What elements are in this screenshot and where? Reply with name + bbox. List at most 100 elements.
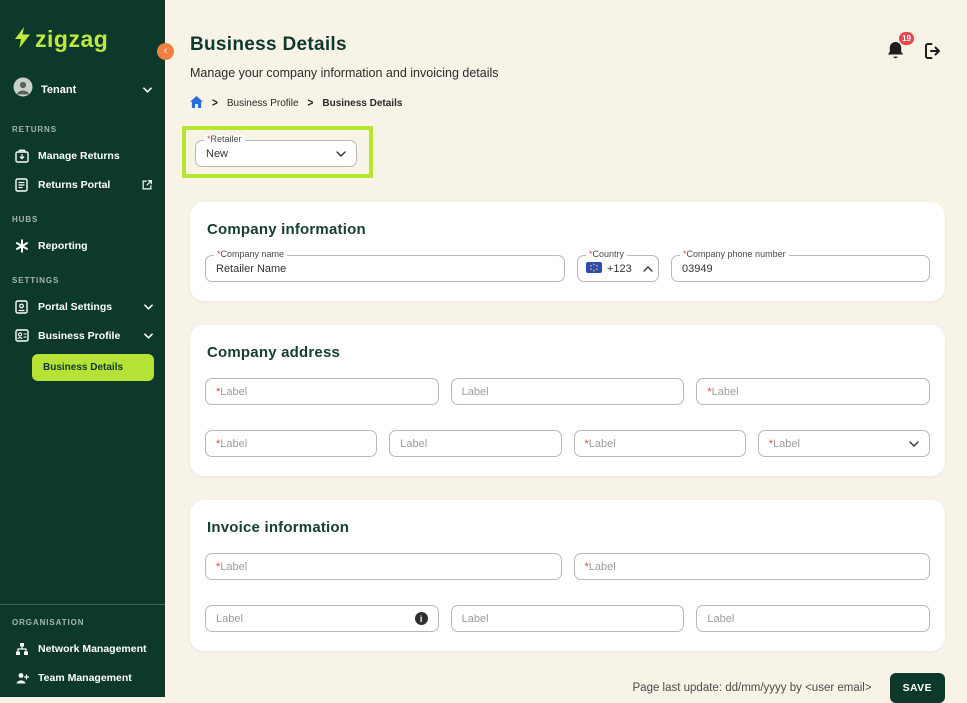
- field-placeholder: Label: [400, 437, 428, 450]
- invoice-field-3[interactable]: Label i: [205, 605, 439, 632]
- page-footer: Page last update: dd/mm/yyyy by <user em…: [190, 673, 945, 703]
- chevron-up-icon: [637, 265, 653, 272]
- field-placeholder: *Label: [707, 385, 739, 398]
- chevron-down-icon: [903, 440, 919, 447]
- field-placeholder: Label: [461, 385, 489, 398]
- section-label-returns: RETURNS: [12, 125, 57, 134]
- address-field-5[interactable]: Label: [389, 430, 562, 457]
- section-label-organisation: ORGANISATION: [12, 618, 85, 627]
- breadcrumb-parent[interactable]: Business Profile: [227, 98, 299, 109]
- save-button[interactable]: SAVE: [889, 673, 945, 703]
- retailer-select[interactable]: *Retailer New: [195, 134, 357, 167]
- nav-label: Business Profile: [38, 329, 121, 342]
- logout-icon[interactable]: [923, 41, 943, 66]
- sidebar-item-team-management[interactable]: Team Management: [14, 671, 153, 685]
- top-icons: 19: [886, 32, 943, 66]
- network-nodes-icon: [14, 642, 29, 656]
- sidebar-item-business-details-active[interactable]: Business Details: [32, 354, 154, 381]
- retailer-section: *Retailer New: [182, 126, 945, 178]
- organisation-section: ORGANISATION Network Management Team Man…: [0, 604, 165, 697]
- sidebar-item-manage-returns[interactable]: Manage Returns: [14, 149, 153, 163]
- company-information-card: Company information *Company name Retail…: [190, 202, 945, 301]
- info-icon[interactable]: i: [414, 612, 428, 625]
- company-information-row: *Company name Retailer Name *Country +12…: [205, 249, 930, 282]
- notifications-bell-icon[interactable]: 19: [886, 32, 914, 66]
- address-row-2: *Label Label *Label *Label: [205, 430, 930, 457]
- breadcrumb-separator: >: [212, 96, 218, 111]
- invoice-row-1: *Label *Label: [205, 553, 930, 580]
- address-field-3[interactable]: *Label: [696, 378, 931, 405]
- chevron-down-icon: [143, 86, 152, 93]
- chevron-down-icon: [144, 304, 153, 310]
- invoice-field-4[interactable]: Label: [450, 605, 685, 632]
- sidebar-item-returns-portal[interactable]: Returns Portal: [14, 178, 153, 192]
- card-title: Invoice information: [207, 519, 350, 536]
- address-row-1: *Label Label *Label: [205, 378, 931, 405]
- retailer-field-label: *Retailer: [204, 134, 245, 145]
- chevron-down-icon: [330, 150, 346, 157]
- nav-label: Reporting: [38, 240, 88, 252]
- card-title: Company information: [207, 221, 366, 238]
- field-label: *Country: [586, 249, 628, 260]
- logo: zigzag: [0, 0, 165, 53]
- package-icon: [14, 149, 29, 163]
- main-content: 19 Business Details Manage your company …: [165, 0, 967, 703]
- nav-label: Manage Returns: [38, 150, 120, 162]
- nav-label: Team Management: [38, 672, 132, 684]
- field-placeholder: *Label: [584, 560, 616, 573]
- address-field-2[interactable]: Label: [450, 378, 685, 405]
- address-field-6[interactable]: *Label: [573, 430, 746, 457]
- field-placeholder: *Label: [216, 560, 248, 573]
- sidebar: zigzag Tenant RETURNS Manage Returns Ret…: [0, 0, 165, 697]
- eu-flag-icon: [586, 261, 602, 276]
- sidebar-collapse-button[interactable]: ‹: [157, 43, 174, 60]
- sidebar-item-tenant[interactable]: Tenant: [13, 77, 152, 102]
- sidebar-item-portal-settings[interactable]: Portal Settings: [14, 300, 153, 314]
- field-placeholder: Label: [216, 612, 243, 625]
- field-placeholder: *Label: [216, 385, 248, 398]
- last-update-text: Page last update: dd/mm/yyyy by <user em…: [632, 682, 872, 694]
- annotation-highlight-box: *Retailer New: [182, 126, 373, 178]
- field-placeholder: *Label: [216, 437, 248, 450]
- invoice-field-5[interactable]: Label: [696, 605, 931, 632]
- country-code-value: +123: [607, 262, 632, 275]
- zigzag-bolt-icon: [15, 26, 30, 53]
- chevron-down-icon: [144, 332, 153, 339]
- field-placeholder: Label: [461, 612, 489, 625]
- sidebar-item-business-profile[interactable]: Business Profile: [14, 329, 153, 342]
- tenant-label: Tenant: [41, 83, 77, 96]
- spark-icon: [14, 239, 29, 253]
- logo-text: zigzag: [35, 26, 109, 52]
- company-phone-value: 03949: [682, 262, 713, 275]
- nav-label: Portal Settings: [38, 301, 113, 313]
- nav-label: Network Management: [38, 643, 147, 655]
- company-name-value: Retailer Name: [216, 262, 287, 275]
- page-title: Business Details: [190, 34, 347, 55]
- address-select[interactable]: *Label: [757, 430, 930, 457]
- company-address-card: Company address *Label Label *Label *Lab…: [190, 325, 945, 476]
- address-field-4[interactable]: *Label: [205, 430, 378, 457]
- field-placeholder: Label: [707, 612, 735, 625]
- field-placeholder: *Label: [768, 437, 800, 450]
- field-placeholder: *Label: [584, 437, 616, 450]
- address-field-1[interactable]: *Label: [205, 378, 439, 405]
- company-name-field[interactable]: *Company name Retailer Name: [205, 249, 565, 282]
- invoice-field-2[interactable]: *Label: [573, 553, 930, 580]
- retailer-value: New: [206, 147, 229, 160]
- invoice-field-1[interactable]: *Label: [205, 553, 562, 580]
- sidebar-item-network-management[interactable]: Network Management: [14, 642, 153, 656]
- field-label: *Company name: [214, 249, 288, 260]
- external-link-icon: [141, 179, 153, 191]
- sidebar-item-reporting[interactable]: Reporting: [14, 239, 153, 253]
- section-label-settings: SETTINGS: [12, 276, 60, 285]
- breadcrumb-separator: >: [307, 96, 314, 111]
- card-title: Company address: [207, 344, 341, 361]
- home-icon[interactable]: [190, 96, 203, 111]
- portal-document-icon: [14, 178, 29, 192]
- field-label: *Company phone number: [680, 249, 789, 260]
- country-select[interactable]: *Country +123: [577, 249, 659, 282]
- id-card-icon: [14, 329, 29, 342]
- page-subtitle: Manage your company information and invo…: [190, 66, 499, 80]
- company-phone-field[interactable]: *Company phone number 03949: [671, 249, 930, 282]
- invoice-information-card: Invoice information *Label *Label Label …: [190, 500, 945, 651]
